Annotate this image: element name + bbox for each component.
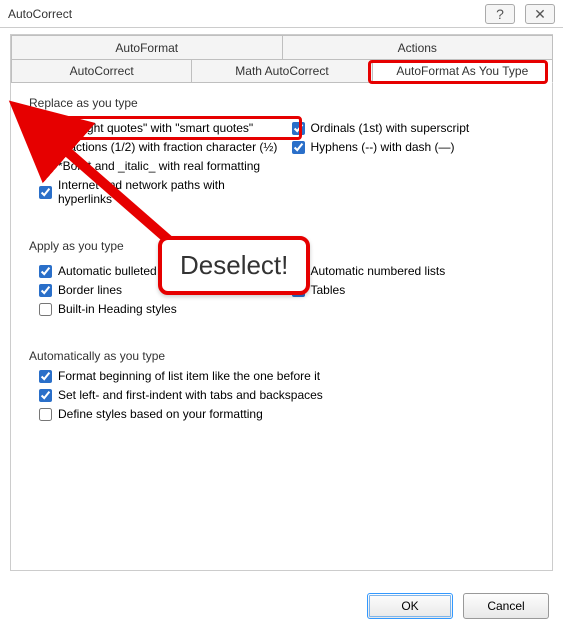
chk-label: Built-in Heading styles — [58, 302, 177, 316]
chk-define-styles[interactable]: Define styles based on your formatting — [39, 407, 534, 421]
group-replace-row: "Straight quotes" with "smart quotes" Fr… — [29, 116, 534, 211]
chk-label: Set left- and first-indent with tabs and… — [58, 388, 323, 402]
tab-row-lower: AutoCorrect Math AutoCorrect AutoFormat … — [11, 59, 552, 83]
cancel-button[interactable]: Cancel — [463, 593, 549, 619]
chk-label: Tables — [311, 283, 346, 297]
checkbox[interactable] — [39, 186, 52, 199]
checkbox[interactable] — [292, 141, 305, 154]
group-replace-right: Ordinals (1st) with superscript Hyphens … — [282, 116, 535, 211]
chk-label: Automatic numbered lists — [311, 264, 446, 278]
chk-internet-paths[interactable]: Internet and network paths with hyperlin… — [39, 178, 282, 206]
checkbox[interactable] — [39, 265, 52, 278]
chk-label: Fractions (1/2) with fraction character … — [58, 140, 277, 154]
dialog-panel: AutoFormat Actions AutoCorrect Math Auto… — [10, 34, 553, 571]
checkbox[interactable] — [39, 122, 52, 135]
chk-bold-italic[interactable]: *Bold* and _italic_ with real formatting — [39, 159, 282, 173]
chk-tables[interactable]: Tables — [292, 283, 535, 297]
chk-hyphens[interactable]: Hyphens (--) with dash (—) — [292, 140, 535, 154]
chk-label: Define styles based on your formatting — [58, 407, 263, 421]
close-icon: ✕ — [534, 6, 546, 23]
button-bar: OK Cancel — [367, 593, 549, 619]
tab-autoformat[interactable]: AutoFormat — [11, 35, 283, 59]
checkbox[interactable] — [39, 389, 52, 402]
chk-label: "Straight quotes" with "smart quotes" — [58, 121, 253, 135]
tab-autocorrect[interactable]: AutoCorrect — [11, 59, 192, 83]
chk-label: Border lines — [58, 283, 122, 297]
chk-fractions[interactable]: Fractions (1/2) with fraction character … — [39, 140, 282, 154]
group-apply-right: Automatic numbered lists Tables — [282, 259, 535, 321]
help-button[interactable]: ? — [485, 4, 515, 24]
title-bar: AutoCorrect — [0, 0, 563, 28]
group-apply-label: Apply as you type — [29, 239, 534, 253]
group-replace-left: "Straight quotes" with "smart quotes" Fr… — [29, 116, 282, 211]
chk-label: Hyphens (--) with dash (—) — [311, 140, 455, 154]
close-button[interactable]: ✕ — [525, 4, 555, 24]
chk-label: Internet and network paths with hyperlin… — [58, 178, 282, 206]
chk-ordinals[interactable]: Ordinals (1st) with superscript — [292, 121, 535, 135]
tab-content: Replace as you type "Straight quotes" wi… — [11, 84, 552, 570]
tab-math-autocorrect[interactable]: Math AutoCorrect — [191, 59, 372, 83]
checkbox[interactable] — [292, 284, 305, 297]
tab-row-upper: AutoFormat Actions — [11, 35, 552, 59]
checkbox[interactable] — [292, 265, 305, 278]
chk-label: Ordinals (1st) with superscript — [311, 121, 470, 135]
ok-button[interactable]: OK — [367, 593, 453, 619]
tab-actions[interactable]: Actions — [282, 35, 554, 59]
checkbox[interactable] — [39, 284, 52, 297]
tab-autoformat-as-you-type[interactable]: AutoFormat As You Type — [372, 59, 553, 83]
chk-heading-styles[interactable]: Built-in Heading styles — [39, 302, 282, 316]
chk-label: Automatic bulleted lists — [58, 264, 181, 278]
help-icon: ? — [496, 6, 504, 22]
group-auto-items: Format beginning of list item like the o… — [29, 369, 534, 421]
checkbox[interactable] — [292, 122, 305, 135]
chk-straight-quotes[interactable]: "Straight quotes" with "smart quotes" — [39, 121, 282, 135]
group-apply-left: Automatic bulleted lists Border lines Bu… — [29, 259, 282, 321]
chk-format-beginning[interactable]: Format beginning of list item like the o… — [39, 369, 534, 383]
checkbox[interactable] — [39, 160, 52, 173]
group-apply-row: Automatic bulleted lists Border lines Bu… — [29, 259, 534, 321]
checkbox[interactable] — [39, 141, 52, 154]
checkbox[interactable] — [39, 303, 52, 316]
checkbox[interactable] — [39, 370, 52, 383]
group-auto-label: Automatically as you type — [29, 349, 534, 363]
window-title: AutoCorrect — [8, 7, 72, 21]
chk-set-indent[interactable]: Set left- and first-indent with tabs and… — [39, 388, 534, 402]
chk-auto-bullets[interactable]: Automatic bulleted lists — [39, 264, 282, 278]
chk-label: Format beginning of list item like the o… — [58, 369, 320, 383]
chk-border-lines[interactable]: Border lines — [39, 283, 282, 297]
window-controls: ? ✕ — [485, 4, 555, 24]
chk-auto-numbers[interactable]: Automatic numbered lists — [292, 264, 535, 278]
group-replace-label: Replace as you type — [29, 96, 534, 110]
checkbox[interactable] — [39, 408, 52, 421]
chk-label: *Bold* and _italic_ with real formatting — [58, 159, 260, 173]
